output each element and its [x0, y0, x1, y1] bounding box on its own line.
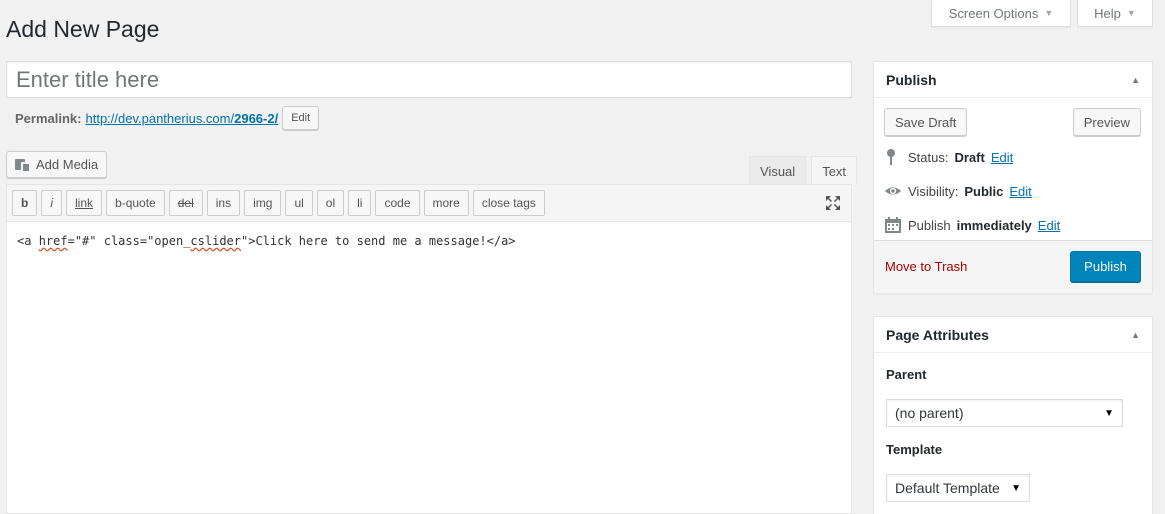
- page-attributes-header[interactable]: Page Attributes ▲: [874, 317, 1152, 353]
- help-label: Help: [1094, 5, 1121, 21]
- publish-date-label: Publish: [908, 217, 951, 233]
- permalink-url[interactable]: http://dev.pantherius.com/2966-2/: [85, 111, 278, 126]
- template-selected-value: Default Template: [895, 480, 1000, 496]
- qt-blockquote-button[interactable]: b-quote: [106, 190, 165, 216]
- content-part: ="#" class="open_: [67, 234, 191, 248]
- status-label: Status:: [908, 149, 949, 165]
- publish-date-row: Publish immediately Edit: [884, 216, 1060, 234]
- fullscreen-expand-icon[interactable]: [825, 195, 841, 211]
- qt-bold-button[interactable]: b: [12, 190, 38, 216]
- permalink-url-slug: 2966-2/: [234, 110, 279, 126]
- text-editor: b i link b-quote del ins img ul ol li co…: [6, 184, 852, 514]
- permalink-edit-button[interactable]: Edit: [282, 106, 320, 130]
- qt-close-tags-button[interactable]: close tags: [472, 190, 545, 216]
- status-value: Draft: [954, 149, 985, 165]
- page-title: Add New Page: [6, 16, 160, 42]
- screen-options-button[interactable]: Screen Options ▼: [931, 0, 1071, 27]
- add-media-label: Add Media: [36, 157, 99, 172]
- qt-more-button[interactable]: more: [423, 190, 469, 216]
- calendar-icon: [885, 217, 901, 233]
- visibility-edit-link[interactable]: Edit: [1009, 184, 1031, 199]
- preview-button[interactable]: Preview: [1072, 108, 1141, 136]
- dropdown-arrow-icon: ▼: [1104, 407, 1114, 419]
- content-part-misspelled: href: [38, 234, 68, 248]
- template-label: Template: [886, 442, 943, 457]
- status-edit-link[interactable]: Edit: [991, 150, 1013, 165]
- post-title-input[interactable]: [6, 61, 852, 98]
- page-attributes-box: Page Attributes ▲ Parent (no parent) ▼ T…: [873, 316, 1153, 514]
- status-row: Status: Draft Edit: [884, 148, 1013, 166]
- parent-selected-value: (no parent): [895, 405, 964, 421]
- qt-ul-button[interactable]: ul: [285, 190, 313, 216]
- content-part-misspelled: cslider: [190, 234, 241, 248]
- visibility-label: Visibility:: [908, 183, 959, 199]
- qt-code-button[interactable]: code: [375, 190, 420, 216]
- parent-label: Parent: [886, 367, 927, 382]
- content-part: ">Click here to send me a message!</a>: [241, 234, 516, 248]
- publish-box-title: Publish: [886, 71, 937, 88]
- qt-li-button[interactable]: li: [348, 190, 372, 216]
- qt-italic-button[interactable]: i: [41, 190, 63, 216]
- permalink-row: Permalink: http://dev.pantherius.com/296…: [15, 106, 320, 130]
- move-to-trash-link[interactable]: Move to Trash: [885, 259, 967, 274]
- help-button[interactable]: Help ▼: [1077, 0, 1153, 27]
- caret-down-icon: ▼: [1044, 8, 1054, 18]
- media-icon: [15, 157, 31, 173]
- permalink-url-base: http://dev.pantherius.com/: [85, 110, 235, 126]
- quicktags-toolbar: b i link b-quote del ins img ul ol li co…: [7, 185, 851, 222]
- qt-link-button[interactable]: link: [66, 190, 103, 216]
- qt-ins-button[interactable]: ins: [206, 190, 241, 216]
- eye-icon: [884, 187, 902, 195]
- visibility-row: Visibility: Public Edit: [884, 182, 1032, 200]
- parent-select[interactable]: (no parent) ▼: [886, 399, 1123, 427]
- publish-button[interactable]: Publish: [1070, 251, 1141, 282]
- publish-date-value: immediately: [956, 217, 1032, 233]
- screen-meta-links: Screen Options ▼ Help ▼: [931, 0, 1153, 27]
- permalink-label: Permalink:: [15, 110, 82, 126]
- editor-textarea[interactable]: <a href="#" class="open_cslider">Click h…: [7, 222, 851, 260]
- page-attributes-title: Page Attributes: [886, 326, 989, 343]
- publish-box: Publish ▲ Save Draft Preview Status: Dra…: [873, 61, 1153, 294]
- publish-date-edit-link[interactable]: Edit: [1038, 218, 1060, 233]
- visibility-value: Public: [964, 183, 1004, 199]
- tab-text[interactable]: Text: [811, 156, 858, 185]
- pin-icon: [887, 149, 895, 165]
- add-media-button[interactable]: Add Media: [6, 151, 108, 178]
- caret-down-icon: ▼: [1126, 8, 1136, 18]
- screen-options-label: Screen Options: [948, 5, 1039, 21]
- qt-img-button[interactable]: img: [244, 190, 282, 216]
- dropdown-arrow-icon: ▼: [1011, 482, 1021, 494]
- editor-tabs: Visual Text: [749, 156, 858, 185]
- qt-ol-button[interactable]: ol: [316, 190, 345, 216]
- collapse-arrow-icon[interactable]: ▲: [1131, 75, 1140, 85]
- content-part: <a: [17, 234, 39, 248]
- publish-box-header[interactable]: Publish ▲: [874, 62, 1152, 98]
- tab-visual[interactable]: Visual: [749, 156, 807, 185]
- template-select[interactable]: Default Template ▼: [886, 474, 1030, 502]
- collapse-arrow-icon[interactable]: ▲: [1131, 330, 1140, 340]
- qt-del-button[interactable]: del: [168, 190, 203, 216]
- major-publishing-actions: Move to Trash Publish: [874, 240, 1152, 293]
- save-draft-button[interactable]: Save Draft: [884, 108, 968, 136]
